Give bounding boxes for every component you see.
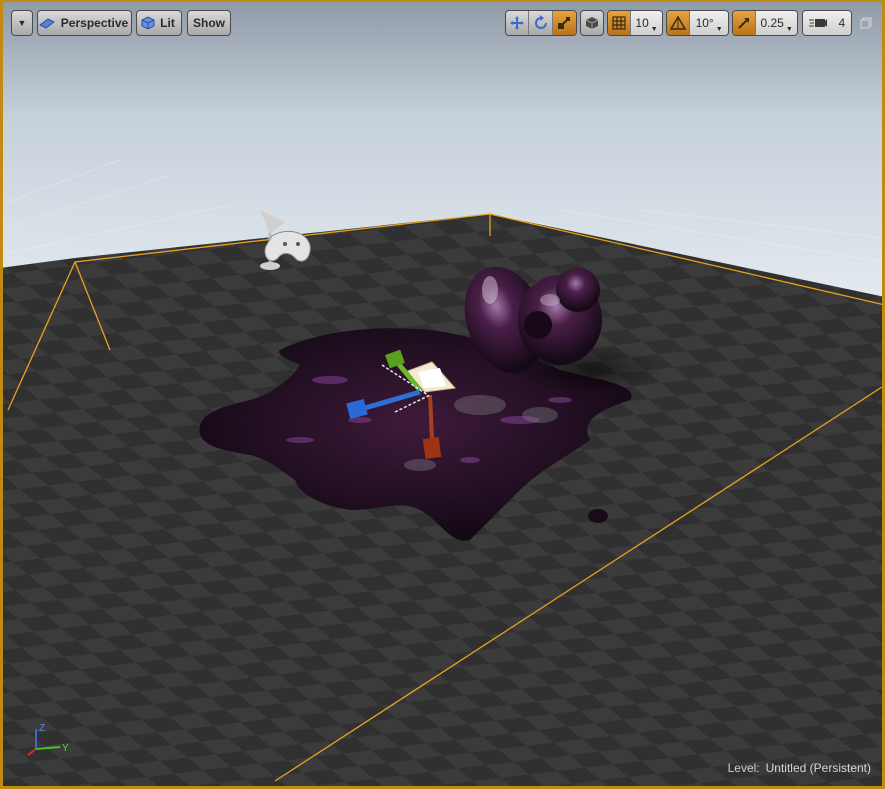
scale-icon [558,17,571,29]
grid-snap-icon [612,16,626,30]
x-axis-line [27,748,37,756]
rotation-snap-toggle[interactable] [667,11,691,35]
chevron-down-icon: ▼ [785,25,793,33]
world-local-icon [585,17,599,29]
scale-snap-value-dropdown[interactable]: 0.25 ▼ [756,11,797,35]
viewport-options-button[interactable]: ▼ [11,10,33,36]
show-label: Show [193,16,225,30]
level-label: Level: [727,761,760,775]
world-local-button[interactable] [581,11,603,35]
world-local-group [580,10,604,36]
rotate-icon [534,15,547,29]
chevron-down-icon: ▼ [715,25,723,33]
y-axis-label: Y [62,743,69,754]
rotation-snap-value-dropdown[interactable]: 10° ▼ [690,11,728,35]
scale-snap-icon [738,18,750,29]
cube-icon [141,16,155,30]
translate-button[interactable] [506,11,530,35]
scale-snap-value: 0.25 [760,16,784,30]
camera-speed-group: 4 [802,10,852,36]
rotation-snap-icon [670,16,687,30]
perspective-icon [38,18,55,29]
lit-button[interactable]: Lit [136,10,182,36]
maximize-icon [860,17,872,29]
z-axis-label: Z [39,723,45,734]
scale-button[interactable] [552,11,576,35]
show-button[interactable]: Show [187,10,231,36]
level-status: Level: Untitled (Persistent) [728,761,871,775]
axis-indicator: Z Y [27,723,69,756]
maximize-button[interactable] [860,16,872,29]
translate-icon [510,16,525,30]
level-name: Untitled (Persistent) [765,761,871,775]
level-viewport[interactable]: ▼ Perspective Lit Show 10 ▼ 10° ▼ 0.25 ▼… [0,0,885,789]
perspective-button[interactable]: Perspective [37,10,132,36]
grid-snap-group: 10 ▼ [607,10,663,36]
scene-render[interactable] [0,0,885,789]
rotate-button[interactable] [529,11,553,35]
grid-snap-value: 10 [635,16,649,30]
grid-snap-value-dropdown[interactable]: 10 ▼ [631,11,662,35]
chevron-down-icon: ▼ [17,18,27,28]
camera-speed-dropdown[interactable]: 4 [803,11,851,35]
chevron-down-icon: ▼ [650,25,658,33]
grid-snap-toggle[interactable] [608,11,632,35]
camera-speed-icon [808,19,827,27]
rotation-snap-group: 10° ▼ [666,10,729,36]
lighting-mode-label: Lit [160,16,175,30]
camera-speed-value: 4 [838,16,846,30]
transform-mode-group [505,10,577,36]
scale-snap-group: 0.25 ▼ [732,10,798,36]
scale-snap-toggle[interactable] [733,11,757,35]
rotation-snap-value: 10° [695,16,714,30]
view-mode-label: Perspective [60,16,129,30]
y-axis-line [35,746,61,750]
